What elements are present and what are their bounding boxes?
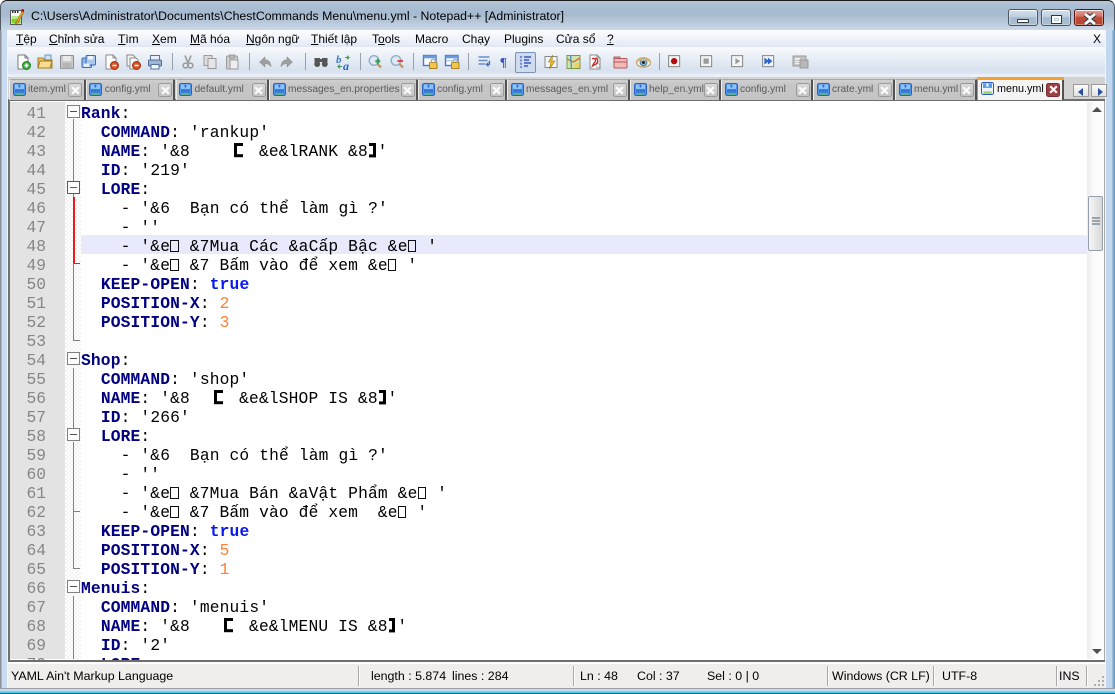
svg-text:a: a xyxy=(343,59,349,70)
svg-text:¶: ¶ xyxy=(500,54,507,69)
svg-text:b: b xyxy=(336,54,342,66)
svg-text:D: D xyxy=(596,64,601,70)
